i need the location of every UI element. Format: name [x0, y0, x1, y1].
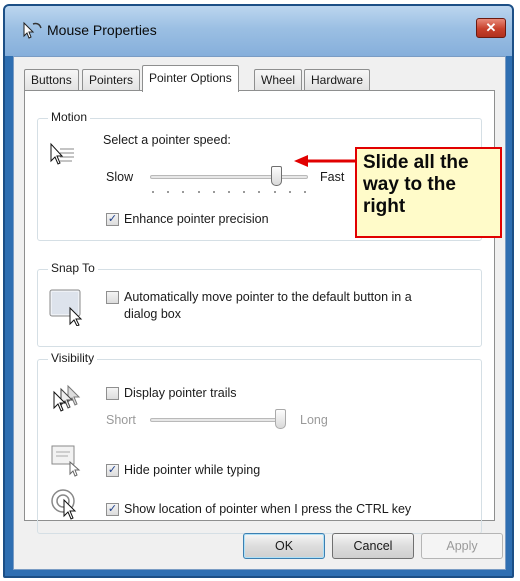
apply-button[interactable]: Apply	[421, 533, 503, 559]
trails-long-label: Long	[300, 413, 328, 427]
hide-pointer-checkbox[interactable]: ✓	[106, 464, 119, 477]
snap-to-label-line2[interactable]: dialog box	[124, 307, 181, 321]
hide-pointer-label[interactable]: Hide pointer while typing	[124, 463, 260, 477]
tab-pointers[interactable]: Pointers	[82, 69, 141, 91]
snap-to-group-title: Snap To	[48, 261, 98, 275]
pointer-speed-label: Select a pointer speed:	[103, 133, 231, 147]
close-button[interactable]: ✕	[476, 18, 506, 38]
pointer-trails-slider-thumb[interactable]	[275, 409, 286, 429]
hide-pointer-icon	[51, 445, 81, 477]
pointer-speed-ticks	[152, 191, 306, 195]
title-bar[interactable]: Mouse Properties ✕	[5, 6, 512, 56]
cancel-button[interactable]: Cancel	[332, 533, 414, 559]
snap-to-icon	[49, 289, 83, 326]
mouse-pointer-icon	[23, 21, 42, 39]
enhance-precision-label[interactable]: Enhance pointer precision	[124, 212, 269, 226]
show-location-checkbox[interactable]: ✓	[106, 503, 119, 516]
tab-wheel[interactable]: Wheel	[254, 69, 303, 91]
tab-buttons[interactable]: Buttons	[24, 69, 79, 91]
pointer-trails-label[interactable]: Display pointer trails	[124, 386, 237, 400]
snap-to-checkbox[interactable]	[106, 291, 119, 304]
slow-label: Slow	[106, 170, 134, 184]
tab-pointer-options[interactable]: Pointer Options	[142, 65, 239, 92]
pointer-trails-track	[150, 418, 286, 422]
motion-group-title: Motion	[48, 110, 91, 124]
callout-line-1: Slide all the	[363, 152, 469, 173]
callout-line-3: right	[363, 196, 406, 217]
tab-hardware[interactable]: Hardware	[304, 69, 371, 91]
enhance-precision-checkbox[interactable]: ✓	[106, 213, 119, 226]
dialog-client-area: Buttons Pointers Pointer Options Wheel H…	[13, 56, 506, 570]
pointer-trails-icon	[53, 384, 81, 412]
callout-line-2: way to the	[363, 174, 456, 195]
show-location-label[interactable]: Show location of pointer when I press th…	[124, 502, 411, 516]
snap-to-group: Snap To Automatically move pointer to th…	[37, 261, 482, 347]
fast-label: Fast	[320, 170, 345, 184]
trails-short-label: Short	[106, 413, 136, 427]
pointer-speed-slider-thumb[interactable]	[270, 166, 282, 186]
pointer-speed-track	[150, 175, 308, 179]
ok-button[interactable]: OK	[243, 533, 325, 559]
visibility-group-title: Visibility	[48, 351, 98, 365]
snap-to-label-line1[interactable]: Automatically move pointer to the defaul…	[124, 290, 412, 304]
instruction-callout: Slide all the way to the right	[355, 147, 502, 238]
pointer-location-icon	[51, 489, 77, 520]
pointer-speed-icon	[50, 142, 74, 165]
mouse-properties-window: Mouse Properties ✕ Buttons Pointers Poin…	[3, 4, 514, 578]
pointer-trails-checkbox[interactable]	[106, 387, 119, 400]
visibility-group: Visibility Display pointer trails Short …	[37, 351, 482, 534]
callout-arrow-icon	[294, 155, 356, 167]
window-title: Mouse Properties	[47, 22, 157, 38]
